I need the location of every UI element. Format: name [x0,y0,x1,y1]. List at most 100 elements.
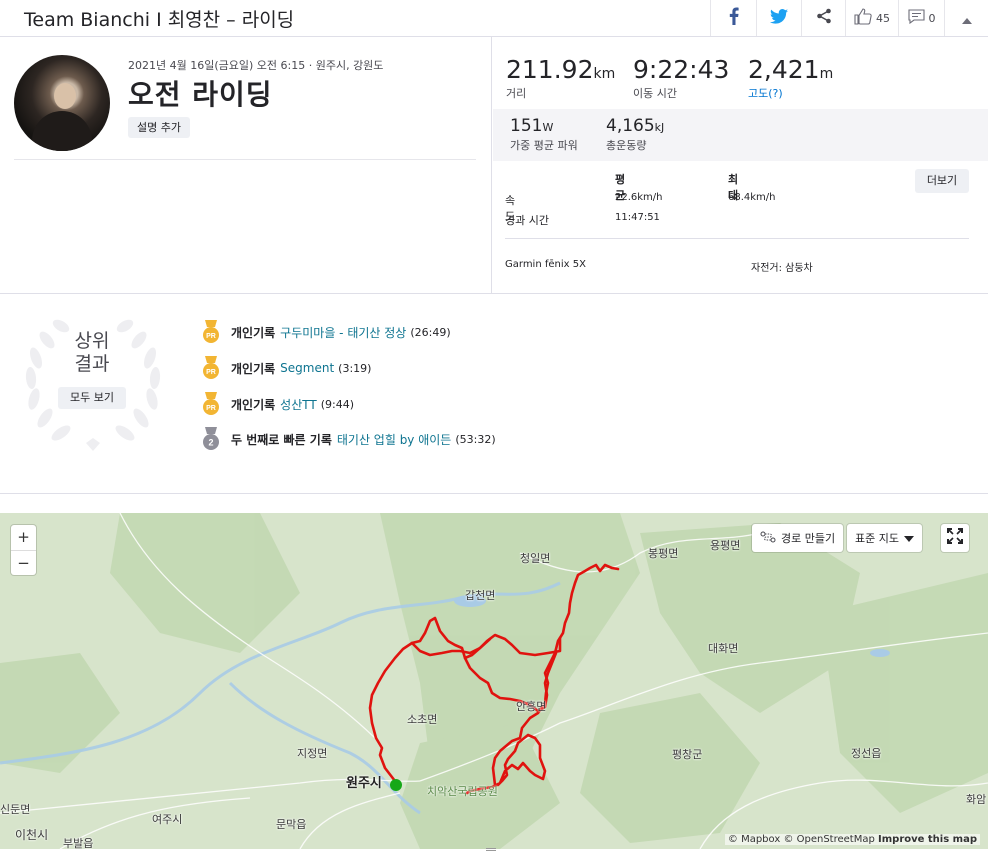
achievement-time: (26:49) [410,325,451,339]
moving-time-label: 이동 시간 [633,87,677,100]
map-label: 안흥면 [516,700,547,713]
pr-medal-icon: PR [203,392,219,415]
achievement-row: PR 개인기록 Segment (3:19) [201,356,371,380]
weighted-power-value: 151 [510,116,543,136]
kudos-count: 45 [876,11,890,25]
comments-button[interactable]: 0 [898,0,944,36]
kudos-button[interactable]: 45 [845,0,898,36]
achievement-kind: 개인기록 [231,397,276,412]
comment-icon [907,9,925,27]
second-place-medal-icon: 2 [203,427,219,450]
start-marker [390,779,402,791]
show-more-button[interactable]: 더보기 [915,169,969,193]
total-work-label: 총운동량 [606,139,647,152]
achievement-time: (3:19) [338,361,372,375]
map-label: 화암 [966,793,987,806]
caret-down-icon [903,532,914,545]
map-label: 봉평면 [648,547,679,560]
activity-datetime-location: 2021년 4월 16일(금요일) 오전 6:15 · 원주시, 강원도 [128,59,384,72]
map-label: 이천시 [15,828,49,842]
twitter-share-button[interactable] [756,0,801,36]
stat-elevation: 2,421m 고도(?) [748,55,833,101]
activity-title: 오전 라이딩 [128,78,273,111]
share-icon [816,8,832,28]
top-results-title-line1: 상위 [74,330,110,352]
share-button[interactable] [801,0,845,36]
map-label: 여주시 [152,813,183,826]
stat-total-work: 4,165kJ 총운동량 [606,116,664,153]
elevation-help-link[interactable]: 고도(?) [748,85,833,101]
elapsed-time-label: 경과 시간 [505,214,549,227]
device-name: Garmin fēnix 5X [505,259,586,270]
achievement-row: PR 개인기록 구두미마을 - 태기산 정상 (26:49) [201,320,451,344]
map-label: 갑천면 [465,589,496,602]
map-attribution: © Mapbox © OpenStreetMap Improve this ma… [724,834,980,845]
fullscreen-button[interactable] [941,524,969,552]
segment-link[interactable]: 성산TT [280,396,317,413]
route-builder-button[interactable]: 경로 만들기 [752,524,844,552]
achievement-time: (53:32) [455,432,496,446]
zoom-in-button[interactable]: + [11,525,36,550]
page-title: Team Bianchi I 최영찬 – 라이딩 [24,9,295,31]
top-results-title-line2: 결과 [74,353,110,375]
moving-time-value: 9:22:43 [633,55,730,84]
map-label: 신둔면 [0,803,31,816]
elevation-unit: m [819,66,834,82]
map-label: 청일면 [520,552,551,565]
elapsed-time-value: 11:47:51 [615,212,660,223]
achievement-row: 2 두 번째로 빠른 기록 태기산 업힐 by 애이든 (53:32) [201,427,496,451]
map-type-label: 표준 지도 [855,532,899,545]
zoom-controls: + − [11,525,36,575]
map-city-label: 원주시 [346,776,382,791]
distance-unit: km [593,66,616,82]
weighted-power-label: 가중 평균 파워 [510,139,578,152]
speed-avg: 22.6km/h [615,192,663,203]
map-type-dropdown[interactable]: 표준 지도 [847,524,922,552]
map-label: 소초면 [407,713,438,726]
total-work-unit: kJ [654,121,665,134]
map-label: 지정면 [297,747,328,760]
achievement-kind: 개인기록 [231,361,276,376]
segment-link[interactable]: 구두미마을 - 태기산 정상 [280,324,406,341]
segment-link[interactable]: Segment [280,361,334,375]
elevation-value: 2,421 [748,55,820,84]
pr-medal-icon: PR [203,356,219,379]
bike-name[interactable]: 자전거: 삼둥차 [751,259,813,274]
distance-value: 211.92 [506,55,594,84]
caret-up-icon [961,9,972,28]
view-all-button[interactable]: 모두 보기 [58,387,126,409]
mapbox-attribution-link[interactable]: © Mapbox [728,834,780,845]
zoom-out-button[interactable]: − [11,551,36,576]
achievement-kind: 개인기록 [231,325,276,340]
route-builder-label: 경로 만들기 [781,532,836,545]
pr-medal-icon: PR [203,320,219,343]
svg-text:PR: PR [206,369,216,376]
athlete-avatar[interactable] [14,55,110,151]
collapse-header-button[interactable] [944,0,988,36]
thumbs-up-icon [854,8,872,28]
top-results-title: 상위 결과 [64,330,120,376]
weighted-power-unit: W [542,121,554,134]
map-label: 대화면 [708,642,739,655]
map-label: 부발읍 [63,837,94,849]
map-park-label: 치악산국립공원 [427,785,498,798]
comments-count: 0 [928,11,936,25]
map-label: 문막읍 [276,818,307,831]
twitter-icon [770,8,788,28]
route-builder-icon [760,531,776,546]
route-map[interactable]: + − 경로 만들기 표준 지도 청일면 봉평면 용평면 갑천면 대화면 안흥면… [0,513,988,849]
map-label: 용평면 [710,539,741,552]
achievement-row: PR 개인기록 성산TT (9:44) [201,392,354,416]
stat-moving-time: 9:22:43 이동 시간 [633,55,729,101]
resize-handle[interactable] [486,848,496,851]
segment-link[interactable]: 태기산 업힐 by 애이든 [337,431,451,448]
stat-distance: 211.92km 거리 [506,55,615,101]
divider [14,159,476,160]
facebook-share-button[interactable] [710,0,756,36]
svg-text:PR: PR [206,333,216,340]
achievement-time: (9:44) [320,397,354,411]
osm-attribution-link[interactable]: © OpenStreetMap [783,834,874,845]
improve-map-link[interactable]: Improve this map [878,834,977,845]
add-description-button[interactable]: 설명 추가 [128,117,190,138]
activity-summary: 2021년 4월 16일(금요일) 오전 6:15 · 원주시, 강원도 오전 … [0,37,492,293]
